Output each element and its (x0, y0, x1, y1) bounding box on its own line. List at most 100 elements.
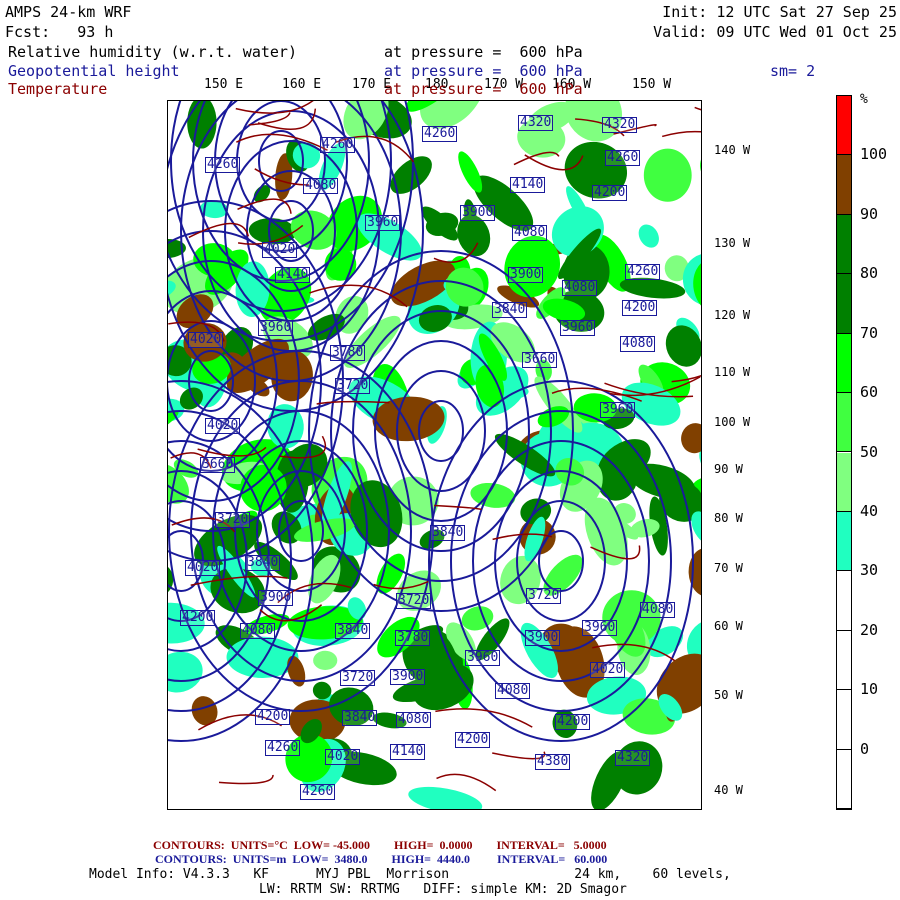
height-contour-label: 4200 (180, 610, 216, 626)
height-contour-label: 4140 (390, 744, 426, 760)
height-contour-label: 4260 (625, 264, 661, 280)
init-time: Init: 12 UTC Sat 27 Sep 25 (662, 3, 897, 21)
latitude-label: 90 W (714, 462, 743, 476)
forecast-hour: Fcst: 93 h (5, 23, 114, 41)
field-height: Geopotential height (8, 62, 180, 80)
longitude-label: 150 E (204, 77, 244, 92)
height-contour-label: 4140 (510, 177, 546, 193)
colorbar-unit: % (860, 92, 868, 107)
height-contour-label: 4020 (590, 662, 626, 678)
height-contour-label: 3840 (342, 710, 378, 726)
height-contour-label: 4260 (300, 784, 336, 800)
height-contour-label: 4020 (188, 332, 224, 348)
height-contour-label: 4260 (205, 157, 241, 173)
colorbar-label: 60 (860, 383, 879, 402)
height-contour-label: 4320 (518, 115, 554, 131)
valid-time: Valid: 09 UTC Wed 01 Oct 25 (653, 23, 897, 41)
height-contour-label: 4080 (640, 602, 676, 618)
height-contour-label: 3900 (525, 630, 561, 646)
height-contour-label: 3960 (365, 215, 401, 231)
colorbar-label: 40 (860, 501, 879, 520)
height-contour-label: 3660 (200, 457, 236, 473)
temperature-contour (435, 708, 533, 728)
colorbar-segment (837, 571, 851, 631)
height-contour-label: 4020 (185, 560, 221, 576)
colorbar-segment (837, 274, 851, 334)
latitude-label: 70 W (714, 561, 743, 575)
latitude-label: 40 W (714, 783, 743, 797)
colorbar (836, 95, 852, 810)
colorbar-label: 80 (860, 264, 879, 283)
height-contour-label: 4080 (620, 336, 656, 352)
height-contour-label: 4080 (562, 280, 598, 296)
physics-info: LW: RRTM SW: RRTMG DIFF: simple KM: 2D S… (259, 882, 627, 897)
colorbar-segment (837, 749, 851, 809)
colorbar-label: 50 (860, 442, 879, 461)
height-contour-label: 3840 (492, 302, 528, 318)
colorbar-segment (837, 452, 851, 512)
humidity-area (168, 651, 203, 693)
temperature-contour (661, 130, 701, 138)
colorbar-segment (837, 690, 851, 750)
temperature-contour (237, 198, 292, 214)
height-contour-label: 3720 (215, 512, 251, 528)
model-title: AMPS 24-km WRF (5, 3, 132, 21)
humidity-area (313, 650, 338, 671)
colorbar-label: 90 (860, 204, 879, 223)
humidity-area (643, 148, 692, 202)
humidity-area (681, 423, 701, 454)
colorbar-label: 0 (860, 739, 870, 758)
height-contour-label: 3900 (508, 267, 544, 283)
height-contour-label: 4260 (265, 740, 301, 756)
height-contour-label: 4320 (602, 117, 638, 133)
height-contour-label: 4140 (275, 267, 311, 283)
latitude-label: 60 W (714, 619, 743, 633)
height-contour-label: 3960 (560, 320, 596, 336)
longitude-label: 150 W (632, 77, 672, 92)
field-rh: Relative humidity (w.r.t. water) (8, 43, 297, 61)
colorbar-segment (837, 214, 851, 275)
height-contour-label: 4080 (512, 225, 548, 241)
height-contour-label: 4080 (495, 683, 531, 699)
latitude-label: 140 W (714, 143, 751, 157)
colorbar-label: 20 (860, 620, 879, 639)
temperature-contour (694, 106, 701, 111)
colorbar-label: 30 (860, 561, 879, 580)
longitude-label: 160 E (282, 77, 322, 92)
height-contour-label: 4200 (555, 714, 591, 730)
height-contour-label: 4020 (325, 749, 361, 765)
colorbar-label: 10 (860, 680, 879, 699)
height-contour-label: 4200 (622, 300, 658, 316)
height-contour-label: 4020 (262, 242, 298, 258)
height-contour-label: 3720 (335, 378, 371, 394)
height-contour-label: 4020 (205, 418, 241, 434)
humidity-area (688, 548, 701, 597)
height-contour-label: 3960 (465, 650, 501, 666)
colorbar-segment (837, 155, 851, 215)
height-contour-label: 4380 (535, 754, 571, 770)
height-contour-label: 4320 (615, 750, 651, 766)
field-temperature-level: at pressure = 600 hPa (384, 80, 583, 98)
height-contour-label: 4260 (605, 150, 641, 166)
height-contour-label: 4200 (255, 709, 291, 725)
humidity-area (638, 224, 659, 248)
height-contour-label: 4200 (592, 185, 628, 201)
field-rh-level: at pressure = 600 hPa (384, 43, 583, 61)
map-plot (167, 100, 702, 810)
height-contour-label: 4080 (303, 178, 339, 194)
height-contour-label: 4080 (240, 623, 276, 639)
height-contour-label: 3660 (522, 352, 558, 368)
height-contour-label: 3900 (258, 590, 294, 606)
latitude-label: 120 W (714, 308, 751, 322)
height-contour-label: 3720 (396, 593, 432, 609)
humidity-area (700, 145, 701, 185)
height-contour-label: 3960 (582, 620, 618, 636)
temperature-contour (436, 773, 497, 792)
height-contour-label: 4200 (455, 732, 491, 748)
colorbar-segment (837, 511, 851, 572)
latitude-label: 100 W (714, 415, 751, 429)
colorbar-label: 70 (860, 323, 879, 342)
colorbar-segment (837, 96, 851, 156)
height-contour-label: 3900 (390, 669, 426, 685)
height-contour-label: 3780 (330, 345, 366, 361)
